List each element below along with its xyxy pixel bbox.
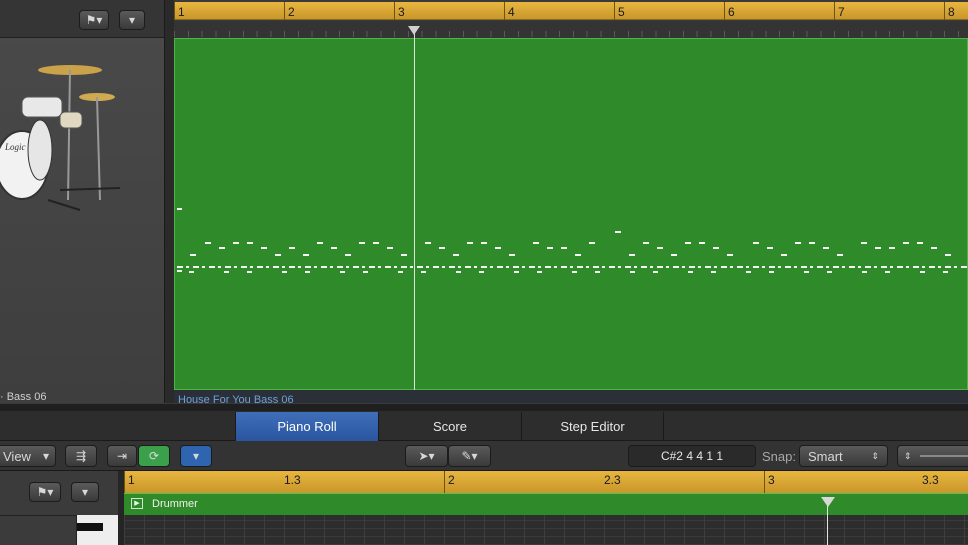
chevron-down-icon: ▾ — [128, 13, 136, 27]
tab-piano-roll[interactable]: Piano Roll — [235, 412, 378, 441]
midi-in-button[interactable]: ⇶ — [65, 445, 97, 467]
pencil-icon: ✎▾ — [461, 449, 478, 463]
ruler-label: 2 — [288, 5, 295, 19]
link-button[interactable]: ⟳ — [138, 445, 170, 467]
black-key[interactable] — [77, 523, 103, 531]
catch-flag-button[interactable]: ⚑▾ — [79, 10, 109, 30]
snap-value: Smart — [808, 448, 843, 464]
track-panel-header: ⚑▾ ▾ — [0, 0, 164, 38]
region-play-icon: ▶ — [131, 498, 143, 509]
piano-keyboard[interactable] — [76, 515, 118, 545]
zoom-slider[interactable]: ⇕ — [897, 445, 968, 467]
ruler-cycle-area[interactable]: 1 2 3 4 5 6 7 8 — [174, 2, 968, 20]
filter-icon: ▾ — [192, 449, 200, 463]
updown-icon: ⇕ — [904, 450, 912, 461]
collapse-button[interactable]: ▾ — [119, 10, 145, 30]
position-display: C#2 4 4 1 1 — [628, 445, 756, 467]
ruler-label: 2 — [448, 473, 455, 487]
editor-splitter[interactable] — [0, 403, 968, 411]
view-menu-button[interactable]: View ▾ — [0, 445, 56, 467]
playhead-handle[interactable] — [821, 497, 835, 507]
ruler-label: 4 — [508, 5, 515, 19]
ruler-label: 1 — [128, 473, 135, 487]
zoom-track — [919, 455, 968, 457]
ruler-label: 5 — [618, 5, 625, 19]
view-menu-label: View — [3, 448, 31, 464]
drum-kit-image: Logic — [0, 65, 121, 211]
track-name-label: · Bass 06 — [0, 391, 47, 403]
sliders-icon: ⇶ — [75, 449, 87, 463]
ruler-label: 6 — [728, 5, 735, 19]
collapse-button[interactable]: ▾ — [71, 482, 99, 502]
playhead-handle[interactable] — [408, 26, 420, 35]
pencil-tool-menu[interactable]: ✎▾ — [448, 445, 491, 467]
ruler-subdivisions — [174, 21, 968, 38]
chevron-down-icon: ▾ — [42, 449, 49, 463]
piano-roll-grid[interactable] — [124, 515, 968, 545]
svg-text:Logic: Logic — [4, 142, 26, 152]
speaker-arrow-icon: ⇥ — [116, 449, 128, 463]
ruler-label: 3 — [768, 473, 775, 487]
link-icon: ⟳ — [148, 449, 160, 463]
tab-score[interactable]: Score — [378, 412, 521, 441]
snap-select[interactable]: Smart ⇕ — [799, 445, 888, 467]
tab-step-editor[interactable]: Step Editor — [521, 412, 664, 441]
catch-button[interactable]: ▾ — [180, 445, 212, 467]
editor-tab-bar: Piano Roll Score Step Editor — [0, 411, 968, 441]
drummer-region-header[interactable]: ▶ Drummer — [124, 493, 968, 515]
pointer-tool-menu[interactable]: ➤▾ — [405, 445, 448, 467]
flag-icon: ⚑▾ — [85, 13, 103, 27]
pointer-icon: ➤▾ — [418, 449, 435, 463]
ruler-label: 1.3 — [284, 473, 301, 487]
midi-region[interactable] — [174, 38, 968, 390]
catch-flag-button[interactable]: ⚑▾ — [29, 482, 61, 502]
updown-icon: ⇕ — [871, 450, 879, 461]
ruler-label: 3.3 — [922, 473, 939, 487]
playhead[interactable] — [414, 26, 415, 390]
panel-divider[interactable] — [164, 0, 174, 403]
ruler-label: 1 — [178, 5, 185, 19]
chevron-down-icon: ▾ — [81, 485, 89, 499]
ruler-label: 8 — [948, 5, 955, 19]
bar-ruler[interactable]: 1 2 3 4 5 6 7 8 — [174, 0, 968, 38]
midi-out-button[interactable]: ⇥ — [107, 445, 137, 467]
piano-roll-toolbar: View ▾ ⇶ ⇥ ⟳ ▾ ➤▾ ✎▾ C#2 4 4 1 1 Snap: S… — [0, 441, 968, 471]
ruler-label: 7 — [838, 5, 845, 19]
flag-icon: ⚑▾ — [36, 485, 54, 499]
region-notes — [177, 208, 968, 273]
ruler-label: 2.3 — [604, 473, 621, 487]
ruler-label: 3 — [398, 5, 405, 19]
snap-label: Snap: — [762, 449, 796, 464]
piano-roll-ruler[interactable]: 1 1.3 2 2.3 3 3.3 — [124, 471, 968, 493]
drummer-region-name: Drummer — [152, 498, 198, 510]
